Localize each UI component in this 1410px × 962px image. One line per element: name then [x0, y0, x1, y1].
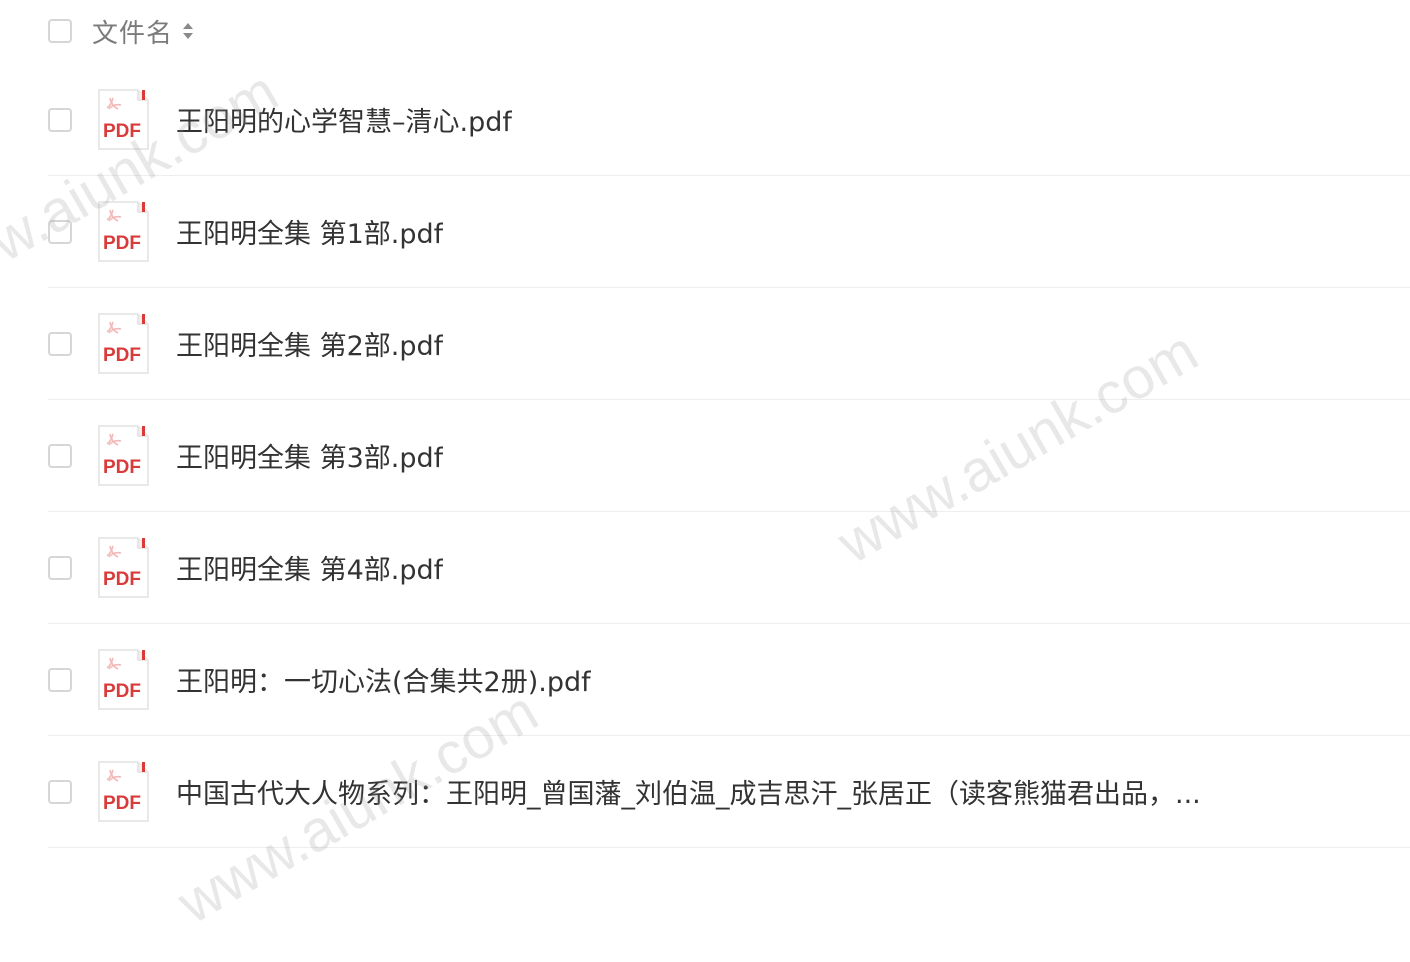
file-name[interactable]: 王阳明：一切心法(合集共2册).pdf [176, 660, 591, 699]
svg-text:PDF: PDF [103, 569, 141, 590]
row-checkbox[interactable] [48, 443, 72, 468]
pdf-file-icon: PDF [98, 312, 149, 374]
file-name[interactable]: 王阳明全集 第2部.pdf [176, 324, 443, 363]
file-row-3[interactable]: PDF 王阳明全集 第2部.pdf [48, 288, 1410, 400]
file-name[interactable]: 王阳明全集 第4部.pdf [176, 548, 443, 587]
file-list-page: 文件名 PDF 王阳明的心学智慧–清心.pdf PDF 王阳明全集 第1部.pd… [0, 0, 1410, 962]
row-checkbox[interactable] [48, 331, 72, 356]
svg-text:PDF: PDF [103, 121, 141, 142]
row-checkbox[interactable] [48, 219, 72, 244]
pdf-file-icon: PDF [98, 424, 149, 486]
file-list: PDF 王阳明的心学智慧–清心.pdf PDF 王阳明全集 第1部.pdf PD… [48, 64, 1410, 848]
svg-text:PDF: PDF [103, 233, 141, 254]
pdf-file-icon: PDF [98, 536, 149, 598]
column-header-filename[interactable]: 文件名 [92, 13, 173, 50]
row-checkbox[interactable] [48, 779, 72, 804]
pdf-file-icon: PDF [98, 648, 149, 710]
sort-icon[interactable] [181, 18, 195, 44]
file-name[interactable]: 王阳明全集 第3部.pdf [176, 436, 443, 475]
pdf-file-icon: PDF [98, 200, 149, 262]
file-name[interactable]: 中国古代大人物系列：王阳明_曾国藩_刘伯温_成吉思汗_张居正（读客熊猫君出品，.… [176, 772, 1201, 811]
file-row-5[interactable]: PDF 王阳明全集 第4部.pdf [48, 512, 1410, 624]
file-row-2[interactable]: PDF 王阳明全集 第1部.pdf [48, 176, 1410, 288]
file-row-7[interactable]: PDF 中国古代大人物系列：王阳明_曾国藩_刘伯温_成吉思汗_张居正（读客熊猫君… [48, 736, 1410, 848]
row-checkbox[interactable] [48, 555, 72, 580]
list-header: 文件名 [48, 0, 1410, 62]
pdf-file-icon: PDF [98, 88, 149, 150]
file-name[interactable]: 王阳明全集 第1部.pdf [176, 212, 443, 251]
row-checkbox[interactable] [48, 667, 72, 692]
select-all-checkbox[interactable] [48, 19, 72, 43]
file-row-4[interactable]: PDF 王阳明全集 第3部.pdf [48, 400, 1410, 512]
file-row-1[interactable]: PDF 王阳明的心学智慧–清心.pdf [48, 64, 1410, 176]
pdf-file-icon: PDF [98, 760, 149, 822]
svg-text:PDF: PDF [103, 681, 141, 702]
svg-text:PDF: PDF [103, 793, 141, 814]
file-row-6[interactable]: PDF 王阳明：一切心法(合集共2册).pdf [48, 624, 1410, 736]
svg-text:PDF: PDF [103, 457, 141, 478]
file-name[interactable]: 王阳明的心学智慧–清心.pdf [176, 100, 512, 139]
svg-text:PDF: PDF [103, 345, 141, 366]
row-checkbox[interactable] [48, 107, 72, 132]
